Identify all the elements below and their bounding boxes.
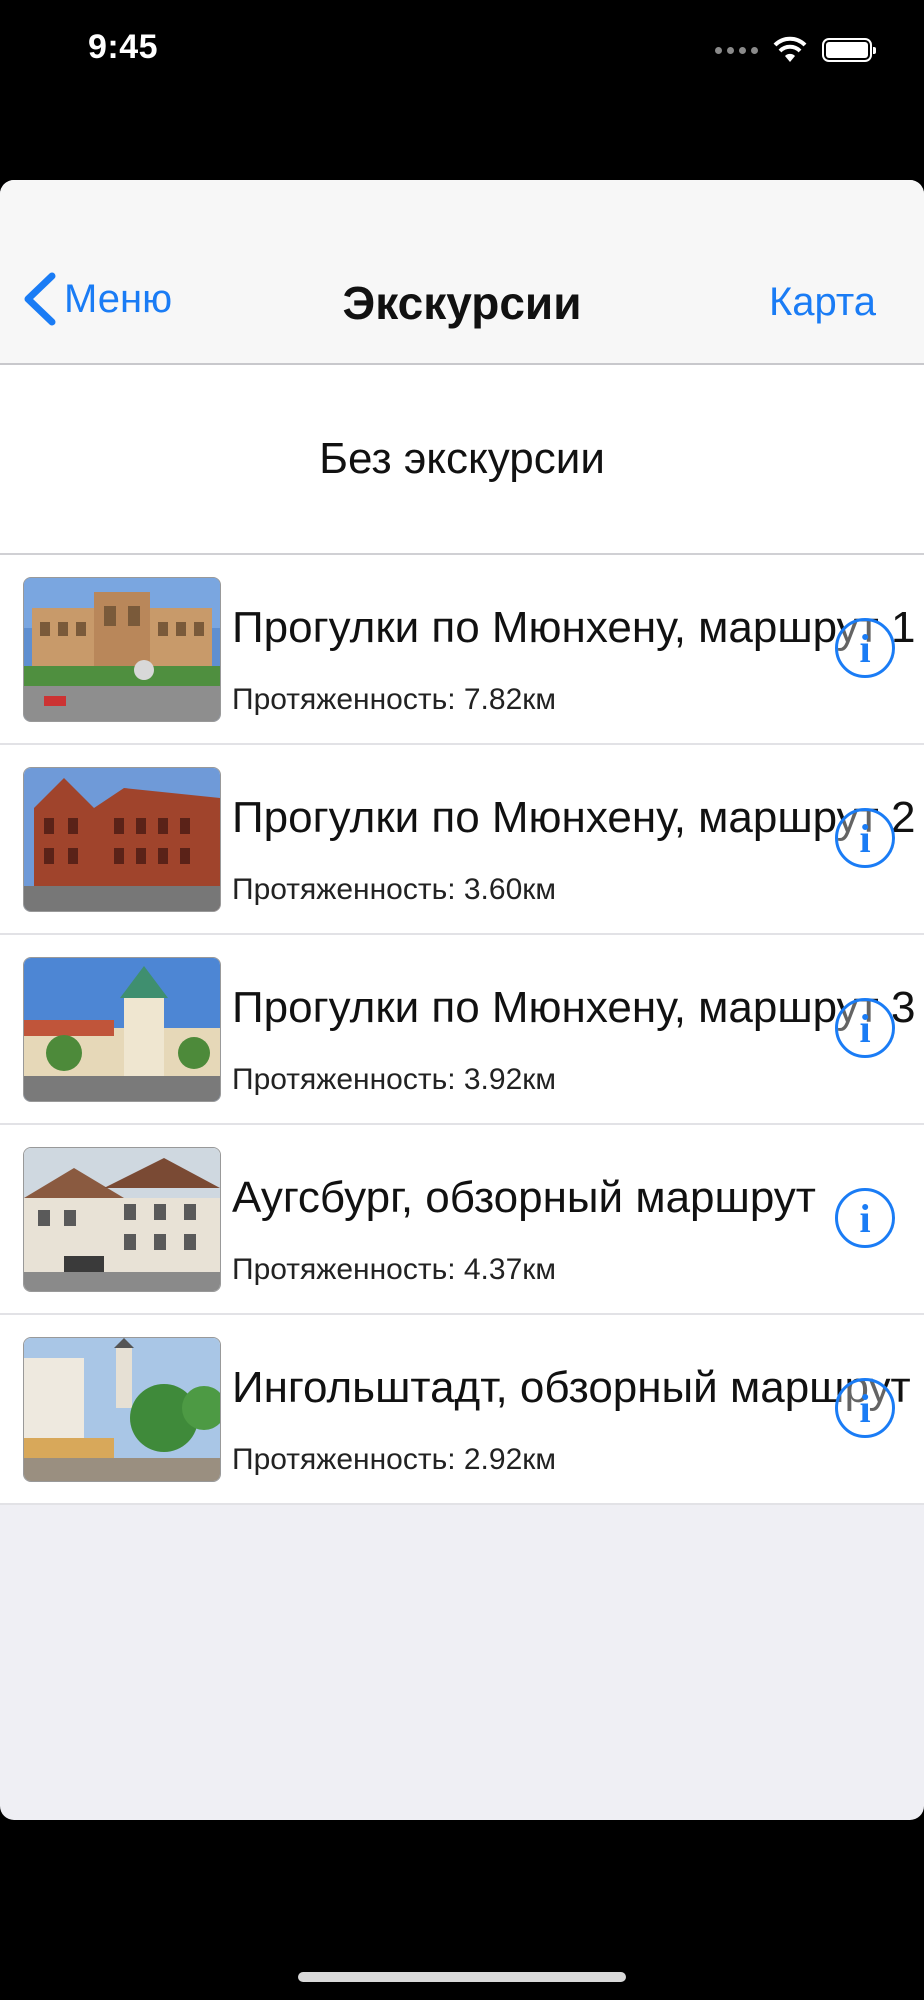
- tour-title: Прогулки по Мюнхену, маршрут 3: [232, 983, 916, 1032]
- tour-row[interactable]: Прогулки по Мюнхену, маршрут 1 Протяженн…: [0, 555, 924, 745]
- tour-row[interactable]: Ингольштадт, обзорный маршрут Протяженно…: [0, 1315, 924, 1505]
- info-icon[interactable]: i: [835, 998, 895, 1058]
- home-indicator: [298, 1972, 626, 1982]
- status-bar: 9:45: [0, 0, 924, 100]
- tour-row[interactable]: Аугсбург, обзорный маршрут Протяженность…: [0, 1125, 924, 1315]
- map-button[interactable]: Карта: [769, 280, 876, 325]
- tour-length: Протяженность: 3.60км: [232, 873, 557, 906]
- tours-sheet: Меню Экскурсии Карта Без экскурсии Прогу…: [0, 180, 924, 1820]
- status-icons: [715, 34, 876, 66]
- tour-length: Протяженность: 4.37км: [232, 1253, 557, 1286]
- tour-row[interactable]: Прогулки по Мюнхену, маршрут 3 Протяженн…: [0, 935, 924, 1125]
- battery-icon: [822, 38, 876, 62]
- tour-thumbnail-image: [23, 1337, 221, 1482]
- tour-title: Аугсбург, обзорный маршрут: [232, 1173, 816, 1222]
- tour-length: Протяженность: 3.92км: [232, 1063, 557, 1096]
- tour-title: Ингольштадт, обзорный маршрут: [232, 1363, 911, 1412]
- status-time: 9:45: [88, 28, 159, 66]
- tour-title: Прогулки по Мюнхену, маршрут 2: [232, 793, 916, 842]
- wifi-icon: [773, 36, 807, 62]
- tour-length: Протяженность: 7.82км: [232, 683, 557, 716]
- tour-row[interactable]: Прогулки по Мюнхену, маршрут 2 Протяженн…: [0, 745, 924, 935]
- tour-thumbnail-image: [23, 1147, 221, 1292]
- no-tour-label: Без экскурсии: [319, 434, 605, 483]
- tour-thumbnail-image: [23, 767, 221, 912]
- info-icon[interactable]: i: [835, 618, 895, 678]
- tour-thumbnail-image: [23, 577, 221, 722]
- tour-list: Прогулки по Мюнхену, маршрут 1 Протяженн…: [0, 555, 924, 1505]
- info-icon[interactable]: i: [835, 1378, 895, 1438]
- cellular-signal-icon: [715, 46, 758, 54]
- tour-thumbnail-image: [23, 957, 221, 1102]
- info-icon[interactable]: i: [835, 808, 895, 868]
- no-tour-cell[interactable]: Без экскурсии: [0, 365, 924, 555]
- navigation-bar: Меню Экскурсии Карта: [0, 180, 924, 365]
- tour-length: Протяженность: 2.92км: [232, 1443, 557, 1476]
- info-icon[interactable]: i: [835, 1188, 895, 1248]
- tour-title: Прогулки по Мюнхену, маршрут 1: [232, 603, 916, 652]
